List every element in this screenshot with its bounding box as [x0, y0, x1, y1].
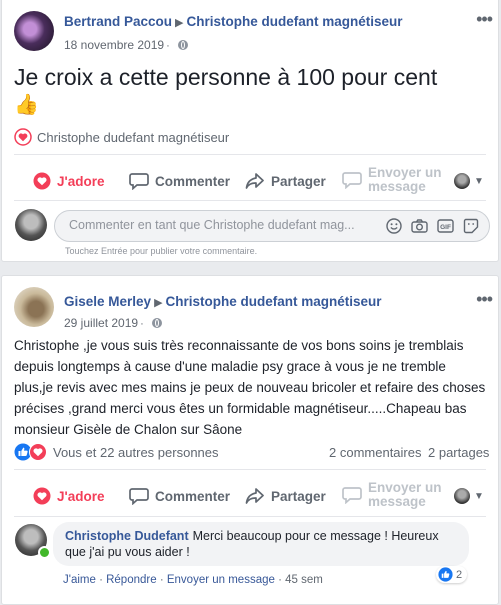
reactions-label: Vous et 22 autres personnes: [53, 444, 219, 460]
send-message-button[interactable]: Envoyer un message: [342, 481, 448, 509]
reactions-label: Christophe dudefant magnétiseur: [37, 129, 230, 145]
send-message-label: Envoyer un message: [368, 165, 442, 194]
page-name[interactable]: Christophe dudefant magnétiseur: [187, 14, 403, 29]
love-button[interactable]: J'adore: [33, 487, 104, 505]
divider: [14, 154, 486, 155]
camera-icon[interactable]: [411, 218, 428, 239]
share-button[interactable]: Partager: [245, 172, 326, 190]
reply-author[interactable]: Christophe Dudefant: [65, 529, 189, 543]
arrow-right-icon: ▶: [175, 17, 184, 29]
divider: [14, 469, 486, 470]
post-date[interactable]: 18 novembre 2019: [64, 38, 164, 52]
share-arrow-icon: [245, 487, 265, 505]
more-options-icon[interactable]: •••: [476, 10, 493, 28]
reply-respond-link[interactable]: Répondre: [106, 574, 157, 586]
post-card: Bertrand Paccou ▶ Christophe dudefant magn…: [1, 0, 499, 262]
author-name[interactable]: Gisele Merley: [64, 294, 151, 309]
caret-down-icon: ▼: [474, 490, 484, 502]
send-message-button[interactable]: Envoyer un message: [342, 166, 448, 194]
reactions-summary[interactable]: Christophe dudefant magnétiseur: [14, 128, 229, 146]
heart-icon: [33, 487, 51, 505]
author-name[interactable]: Bertrand Paccou: [64, 14, 172, 29]
comments-count[interactable]: 2 commentaires: [329, 445, 421, 460]
reply-bubble: Christophe Dudefant Merci beaucoup pour c…: [53, 522, 469, 566]
comment-tools: GIF: [386, 218, 479, 239]
author-avatar[interactable]: [14, 287, 54, 327]
post-text: Christophe ,je vous suis très reconnaiss…: [14, 338, 486, 437]
share-label: Partager: [271, 173, 326, 189]
like-reaction-icon: [438, 567, 453, 582]
online-status-dot: [38, 546, 51, 559]
globe-icon: [151, 318, 162, 328]
reactions-summary[interactable]: Vous et 22 autres personnes: [14, 443, 219, 461]
reply-send-link[interactable]: Envoyer un message: [167, 574, 275, 586]
comment-button[interactable]: Commenter: [129, 172, 230, 190]
page-name[interactable]: Christophe dudefant magnétiseur: [166, 294, 382, 309]
shares-count[interactable]: 2 partages: [428, 445, 489, 460]
share-label: Partager: [271, 488, 326, 504]
messenger-icon: [342, 171, 362, 189]
reply-like-count: 2: [456, 568, 463, 581]
reply-like-link[interactable]: J'aime: [63, 574, 96, 586]
post-card: Gisele Merley ▶ Christophe dudefant magnét…: [1, 275, 499, 605]
love-label: J'adore: [57, 488, 105, 504]
speech-bubble-icon: [129, 172, 149, 190]
gif-icon[interactable]: GIF: [437, 218, 454, 239]
post-header: Bertrand Paccou ▶ Christophe dudefant magn…: [64, 13, 403, 31]
commenter-avatar: [15, 209, 47, 241]
globe-icon: [177, 40, 188, 50]
sticker-icon[interactable]: [463, 218, 479, 239]
caret-down-icon: ▼: [474, 175, 484, 187]
heart-icon: [33, 172, 51, 190]
send-message-label: Envoyer un message: [368, 480, 442, 509]
author-avatar[interactable]: [14, 11, 54, 51]
divider: [14, 200, 486, 201]
love-button[interactable]: J'adore: [33, 172, 104, 190]
comment-box[interactable]: GIF: [54, 210, 490, 242]
speech-bubble-icon: [129, 487, 149, 505]
messenger-icon: [342, 486, 362, 504]
love-reaction-icon: [14, 128, 32, 146]
post-meta: 29 juillet 2019 ·: [64, 314, 162, 332]
arrow-right-icon: ▶: [154, 297, 163, 309]
post-text: Je croix a cette personne à 100 pour cen…: [14, 64, 438, 90]
react-as-selector[interactable]: ▼: [454, 488, 484, 504]
love-reaction-icon: [29, 443, 47, 461]
profile-avatar: [454, 173, 470, 189]
post-meta: 18 novembre 2019 ·: [64, 36, 188, 54]
svg-text:GIF: GIF: [440, 224, 451, 231]
profile-avatar: [454, 488, 470, 504]
love-label: J'adore: [57, 173, 105, 189]
comment-button[interactable]: Commenter: [129, 487, 230, 505]
comment-label: Commenter: [155, 173, 231, 189]
enter-hint: Touchez Entrée pour publier votre commen…: [65, 246, 258, 256]
thumbs-up-emoji: 👍: [14, 94, 39, 116]
divider: [14, 516, 486, 517]
share-button[interactable]: Partager: [245, 487, 326, 505]
emoji-icon[interactable]: [386, 218, 402, 239]
comment-input[interactable]: [67, 217, 371, 233]
react-as-selector[interactable]: ▼: [454, 173, 484, 189]
reply-reaction-count[interactable]: 2: [436, 566, 468, 583]
share-arrow-icon: [245, 172, 265, 190]
comment-label: Commenter: [155, 488, 231, 504]
reply-time[interactable]: 45 sem: [285, 574, 323, 586]
post-header: Gisele Merley ▶ Christophe dudefant magnét…: [64, 293, 382, 311]
reply-actions: J'aime · Répondre · Envoyer un message ·…: [63, 574, 323, 586]
post-date[interactable]: 29 juillet 2019: [64, 316, 138, 330]
more-options-icon[interactable]: •••: [476, 290, 493, 308]
